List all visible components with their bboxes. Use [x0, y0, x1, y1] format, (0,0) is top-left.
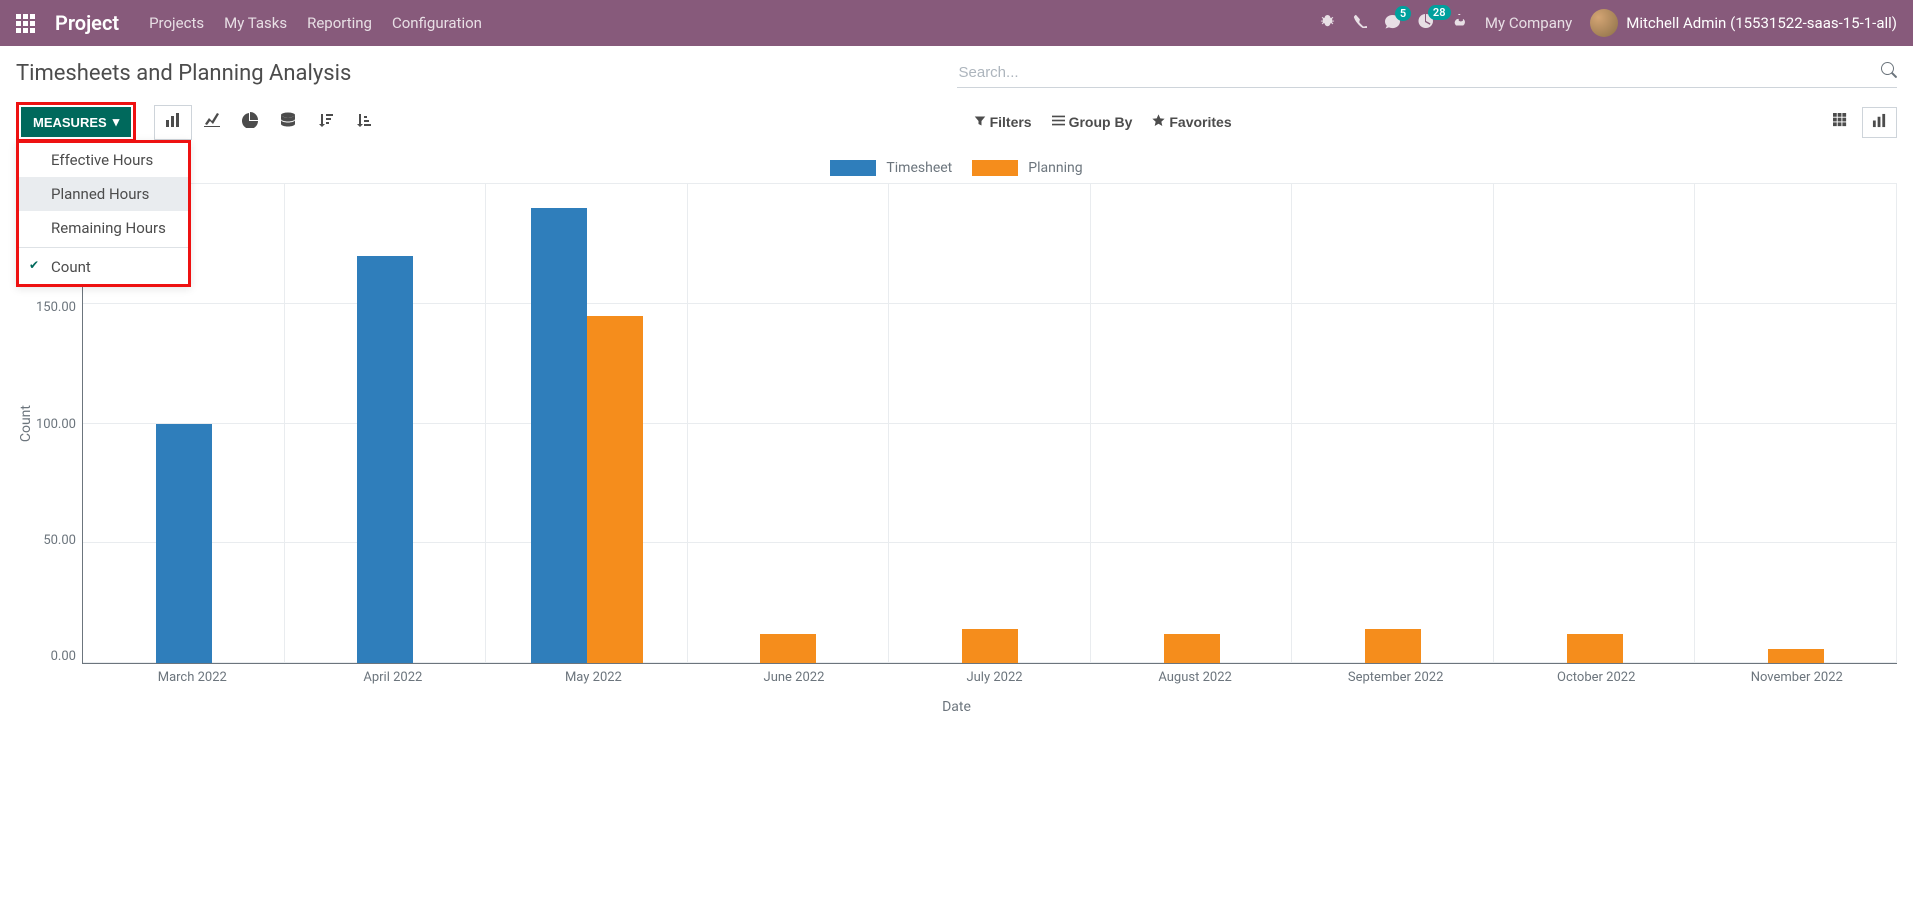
- bar-planning[interactable]: [1365, 629, 1421, 663]
- chart-category: [889, 184, 1091, 663]
- messages-icon[interactable]: 5: [1385, 14, 1400, 33]
- chart-category: [486, 184, 688, 663]
- search-area: [957, 58, 1898, 88]
- measure-planned-hours[interactable]: Planned Hours: [19, 177, 188, 211]
- legend-label-planning: Planning: [1028, 160, 1082, 176]
- y-tick: 50.00: [43, 533, 76, 548]
- top-navbar: Project Projects My Tasks Reporting Conf…: [0, 0, 1913, 46]
- sort-desc[interactable]: [308, 105, 344, 140]
- chart-category: [1091, 184, 1293, 663]
- legend-item-timesheet[interactable]: Timesheet: [830, 160, 952, 176]
- nav-link-reporting[interactable]: Reporting: [307, 14, 372, 32]
- caret-down-icon: ▾: [113, 114, 120, 130]
- activities-badge: 28: [1428, 5, 1451, 20]
- chart-type-pie[interactable]: [232, 105, 268, 140]
- chart-category: [1695, 184, 1897, 663]
- company-switcher[interactable]: My Company: [1485, 14, 1572, 32]
- bar-timesheet[interactable]: [357, 256, 413, 663]
- x-tick: October 2022: [1496, 664, 1697, 685]
- measure-remaining-hours[interactable]: Remaining Hours: [19, 211, 188, 245]
- measure-effective-hours[interactable]: Effective Hours: [19, 143, 188, 177]
- tools-icon[interactable]: [1452, 14, 1467, 33]
- x-tick: May 2022: [493, 664, 694, 685]
- app-brand[interactable]: Project: [55, 11, 119, 35]
- chart-type-stacked[interactable]: [270, 105, 306, 140]
- star-icon: [1152, 114, 1165, 130]
- chart-category: [285, 184, 487, 663]
- bar-planning[interactable]: [587, 316, 643, 663]
- favorites-button[interactable]: Favorites: [1152, 114, 1231, 130]
- bar-planning[interactable]: [760, 634, 816, 663]
- nav-link-my-tasks[interactable]: My Tasks: [224, 14, 287, 32]
- bar-timesheet[interactable]: [156, 424, 212, 664]
- bar-planning[interactable]: [962, 629, 1018, 663]
- x-tick: November 2022: [1697, 664, 1898, 685]
- activities-icon[interactable]: 28: [1418, 13, 1434, 33]
- page-title: Timesheets and Planning Analysis: [16, 61, 351, 86]
- nav-link-projects[interactable]: Projects: [149, 14, 204, 32]
- control-panel: Timesheets and Planning Analysis Measure…: [0, 46, 1913, 150]
- nav-link-configuration[interactable]: Configuration: [392, 14, 482, 32]
- chart-category: [688, 184, 890, 663]
- favorites-label: Favorites: [1169, 114, 1231, 130]
- measures-dropdown: Effective Hours Planned Hours Remaining …: [16, 140, 191, 287]
- bar-timesheet[interactable]: [531, 208, 587, 663]
- search-icon[interactable]: [1881, 62, 1897, 83]
- filters-label: Filters: [990, 114, 1032, 130]
- debug-icon[interactable]: [1320, 14, 1335, 33]
- chart-category: [1494, 184, 1696, 663]
- measures-button[interactable]: Measures ▾: [21, 107, 131, 137]
- measure-count-label: Count: [51, 258, 91, 276]
- groupby-label: Group By: [1069, 114, 1133, 130]
- x-axis-label: Date: [16, 699, 1897, 715]
- view-graph[interactable]: [1862, 107, 1897, 138]
- avatar: [1590, 9, 1618, 37]
- legend-item-planning[interactable]: Planning: [972, 160, 1082, 176]
- view-pivot[interactable]: [1823, 107, 1858, 138]
- filters-button[interactable]: Filters: [974, 114, 1032, 130]
- chart-plot-area: [82, 184, 1897, 664]
- x-tick: April 2022: [293, 664, 494, 685]
- y-tick: 0.00: [51, 649, 76, 664]
- bar-planning[interactable]: [1567, 634, 1623, 663]
- measures-label: Measures: [33, 115, 107, 130]
- x-tick: June 2022: [694, 664, 895, 685]
- legend-swatch-planning: [972, 160, 1018, 176]
- chart-legend: Timesheet Planning: [16, 160, 1897, 176]
- x-tick: March 2022: [92, 664, 293, 685]
- groupby-button[interactable]: Group By: [1052, 114, 1133, 130]
- messages-badge: 5: [1395, 6, 1411, 21]
- legend-swatch-timesheet: [830, 160, 876, 176]
- y-tick: 100.00: [36, 417, 76, 432]
- user-name: Mitchell Admin (15531522-saas-15-1-all): [1626, 14, 1897, 32]
- x-tick: September 2022: [1295, 664, 1496, 685]
- y-axis-label: Count: [16, 405, 36, 442]
- dropdown-divider: [19, 247, 188, 248]
- x-tick: July 2022: [894, 664, 1095, 685]
- filter-icon: [974, 114, 986, 130]
- x-tick: August 2022: [1095, 664, 1296, 685]
- measure-count[interactable]: ✔ Count: [19, 250, 188, 284]
- sort-asc[interactable]: [346, 105, 382, 140]
- chart-category: [1292, 184, 1494, 663]
- chart-container: Timesheet Planning Count 200.00150.00100…: [0, 150, 1913, 731]
- bar-planning[interactable]: [1768, 649, 1824, 663]
- x-axis-ticks: March 2022April 2022May 2022June 2022Jul…: [92, 664, 1897, 685]
- y-tick: 150.00: [36, 300, 76, 315]
- apps-icon[interactable]: [16, 14, 35, 33]
- user-menu[interactable]: Mitchell Admin (15531522-saas-15-1-all): [1590, 9, 1897, 37]
- chart-type-bar[interactable]: [154, 105, 192, 140]
- check-icon: ✔: [29, 258, 39, 272]
- search-input[interactable]: [957, 58, 1882, 87]
- chart-type-line[interactable]: [194, 105, 230, 140]
- bar-planning[interactable]: [1164, 634, 1220, 663]
- legend-label-timesheet: Timesheet: [886, 160, 952, 176]
- phone-icon[interactable]: [1353, 14, 1367, 32]
- list-icon: [1052, 114, 1065, 130]
